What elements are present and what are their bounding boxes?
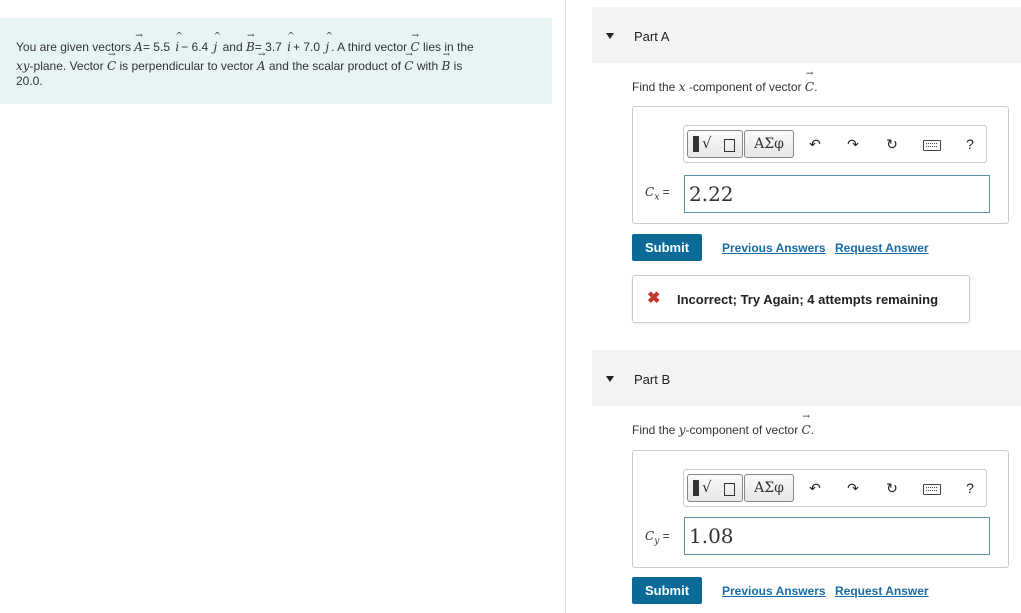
part-b-request-answer-link[interactable]: Request Answer bbox=[835, 584, 929, 598]
reset-icon[interactable]: ↻ bbox=[881, 132, 903, 156]
part-a-prompt: Find the x -component of vector C. bbox=[632, 69, 817, 94]
help-icon[interactable]: ? bbox=[959, 476, 981, 500]
greek-symbols-button[interactable]: ΑΣφ bbox=[744, 474, 794, 502]
math-toolbar: √ ΑΣφ ↶ ↷ ↻ ? bbox=[683, 125, 987, 163]
undo-icon[interactable]: ↶ bbox=[804, 132, 826, 156]
unit-j: j bbox=[214, 26, 221, 58]
vector-b: B bbox=[442, 48, 451, 74]
xy-plane: xy bbox=[16, 59, 30, 73]
keyboard-icon[interactable] bbox=[920, 476, 942, 500]
problem-line-2: xy-plane. Vector C is perpendicular to v… bbox=[16, 48, 536, 74]
cx-label: Cx = bbox=[645, 185, 670, 203]
sqrt-icon: √ bbox=[702, 478, 712, 496]
cy-label: Cy = bbox=[645, 529, 670, 547]
vector-c: C bbox=[404, 48, 413, 74]
placeholder-box-icon bbox=[724, 139, 735, 152]
collapse-triangle-icon[interactable] bbox=[606, 376, 614, 382]
reset-icon[interactable]: ↻ bbox=[881, 476, 903, 500]
undo-icon[interactable]: ↶ bbox=[804, 476, 826, 500]
part-a-submit-button[interactable]: Submit bbox=[632, 234, 702, 261]
part-a-request-answer-link[interactable]: Request Answer bbox=[835, 241, 929, 255]
unit-j: j bbox=[325, 26, 332, 58]
templates-button[interactable]: √ bbox=[687, 130, 743, 158]
feedback-message: Incorrect; Try Again; 4 attempts remaini… bbox=[677, 292, 939, 307]
collapse-triangle-icon[interactable] bbox=[606, 33, 614, 39]
keyboard-shape bbox=[923, 484, 941, 495]
keyboard-icon[interactable] bbox=[920, 132, 942, 156]
part-b-answer-box: √ ΑΣφ ↶ ↷ ↻ ? Cy = 1.08 bbox=[632, 450, 1009, 568]
template-block-icon bbox=[693, 480, 699, 496]
incorrect-x-icon: ✖ bbox=[647, 290, 661, 307]
cy-answer-input[interactable]: 1.08 bbox=[684, 517, 990, 555]
problem-line-3: 20.0. bbox=[16, 74, 43, 88]
unit-i: i bbox=[175, 26, 182, 58]
vector-a: A bbox=[134, 25, 143, 58]
sqrt-icon: √ bbox=[702, 134, 712, 152]
feedback-box: ✖ Incorrect; Try Again; 4 attempts remai… bbox=[632, 275, 970, 323]
problem-line-1: You are given vectors A= 5.5 i− 6.4 j an… bbox=[16, 25, 536, 58]
help-icon[interactable]: ? bbox=[959, 132, 981, 156]
part-a-answer-box: √ ΑΣφ ↶ ↷ ↻ ? Cx = 2.22 bbox=[632, 106, 1009, 224]
part-b-prompt: Find the y-component of vector C. bbox=[632, 412, 814, 437]
redo-icon[interactable]: ↷ bbox=[842, 132, 864, 156]
part-a-header[interactable]: Part A bbox=[592, 7, 1021, 63]
column-divider bbox=[565, 0, 566, 613]
cx-answer-input[interactable]: 2.22 bbox=[684, 175, 990, 213]
keyboard-shape bbox=[923, 140, 941, 151]
placeholder-box-icon bbox=[724, 483, 735, 496]
problem-statement: You are given vectors A= 5.5 i− 6.4 j an… bbox=[0, 18, 552, 104]
greek-symbols-button[interactable]: ΑΣφ bbox=[744, 130, 794, 158]
vector-a: A bbox=[257, 48, 266, 74]
part-b-header[interactable]: Part B bbox=[592, 350, 1021, 406]
part-a-previous-answers-link[interactable]: Previous Answers bbox=[722, 241, 826, 255]
part-a-title: Part A bbox=[634, 29, 670, 44]
templates-button[interactable]: √ bbox=[687, 474, 743, 502]
redo-icon[interactable]: ↷ bbox=[842, 476, 864, 500]
unit-i: i bbox=[287, 26, 294, 58]
vector-b: B bbox=[246, 25, 255, 58]
template-block-icon bbox=[693, 136, 699, 152]
part-b-previous-answers-link[interactable]: Previous Answers bbox=[722, 584, 826, 598]
math-toolbar: √ ΑΣφ ↶ ↷ ↻ ? bbox=[683, 469, 987, 507]
vector-c: C bbox=[107, 48, 116, 74]
part-b-title: Part B bbox=[634, 372, 671, 387]
part-b-submit-button[interactable]: Submit bbox=[632, 577, 702, 604]
